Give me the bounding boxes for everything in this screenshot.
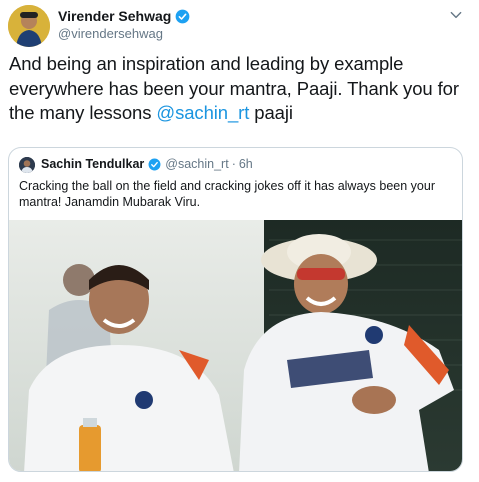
- author-name-row: Virender Sehwag: [58, 8, 190, 24]
- verified-badge-icon: [148, 158, 161, 170]
- quoted-tweet[interactable]: Sachin Tendulkar @sachin_rt · 6h Crackin…: [8, 147, 463, 472]
- quoted-author-avatar[interactable]: [19, 157, 35, 173]
- quoted-avatar-image: [19, 157, 35, 173]
- verified-badge-icon: [175, 9, 190, 23]
- quoted-author-name[interactable]: Sachin Tendulkar: [41, 157, 144, 171]
- quoted-tweet-photo[interactable]: [9, 220, 463, 472]
- author-name[interactable]: Virender Sehwag: [58, 8, 171, 24]
- avatar-image: [8, 5, 50, 47]
- quoted-author-handle[interactable]: @sachin_rt: [165, 157, 228, 171]
- tweet-text-part2: paaji: [249, 102, 293, 123]
- separator-dot: ·: [231, 157, 236, 171]
- quoted-timestamp[interactable]: 6h: [239, 157, 253, 171]
- tweet-text: And being an inspiration and leading by …: [9, 52, 469, 126]
- quoted-header: Sachin Tendulkar @sachin_rt · 6h: [41, 157, 253, 171]
- tweet-card: Virender Sehwag @virendersehwag And bein…: [0, 0, 479, 482]
- author-avatar[interactable]: [8, 5, 50, 47]
- mention-link[interactable]: @sachin_rt: [156, 102, 249, 123]
- quoted-tweet-text: Cracking the ball on the field and crack…: [19, 179, 435, 209]
- chevron-down-icon[interactable]: [449, 8, 463, 22]
- author-handle[interactable]: @virendersehwag: [58, 26, 163, 41]
